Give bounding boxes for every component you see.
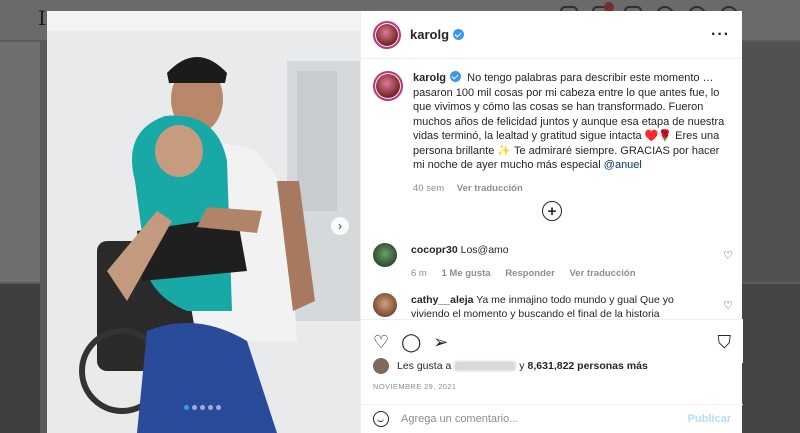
caption-time[interactable]: 40 sem: [413, 183, 444, 194]
next-image-button[interactable]: ›: [331, 217, 349, 235]
comment-translate-button[interactable]: Ver traducción: [570, 268, 636, 279]
comment-text: cocopr30 Los@amo: [411, 243, 711, 257]
comment-time[interactable]: 6 m: [411, 268, 427, 279]
like-heart-icon[interactable]: ♡: [373, 333, 389, 351]
comment-like-heart-icon[interactable]: ♡: [723, 299, 733, 312]
emoji-smiley-icon[interactable]: [373, 411, 389, 427]
background-tile: [742, 284, 800, 433]
post-details-pane: karolg ··· karolg No tengo palabras para…: [360, 11, 743, 433]
post-actions-bar: ♡ ◯ ➢ ⛉: [361, 319, 743, 363]
likes-summary: Les gusta a y 8,631,822 personas más: [373, 358, 648, 374]
background-tile: [742, 42, 800, 282]
post-photo-illustration: [47, 11, 360, 433]
post-date[interactable]: NOVIEMBRE 29, 2021: [373, 382, 457, 391]
post-modal: › karolg ··· karolg No tengo palabras pa…: [47, 11, 743, 433]
carousel-dot: [184, 405, 189, 410]
comment-bubble-icon[interactable]: ◯: [401, 333, 421, 351]
publish-button[interactable]: Publicar: [688, 413, 731, 425]
reply-button[interactable]: Responder: [505, 268, 555, 279]
caption-avatar[interactable]: [373, 71, 403, 101]
comment-input[interactable]: [401, 413, 680, 425]
caption-body: No tengo palabras para describir este mo…: [413, 72, 725, 171]
avatar[interactable]: [373, 20, 401, 49]
verified-badge-icon: [450, 71, 462, 82]
comment-likes[interactable]: 1 Me gusta: [441, 268, 490, 279]
comment-text: cathy__aleja Ya me inmajino todo mundo y…: [411, 293, 711, 321]
likes-prefix: Les gusta a: [397, 360, 452, 372]
comment-username[interactable]: cocopr30: [411, 244, 458, 256]
save-bookmark-icon[interactable]: ⛉: [718, 333, 732, 351]
comment-like-heart-icon[interactable]: ♡: [723, 249, 733, 262]
likes-conjunction: y: [519, 360, 525, 372]
caption-meta: 40 sem Ver traducción: [413, 183, 733, 194]
post-caption: karolg No tengo palabras para describir …: [373, 71, 733, 194]
caption-text: karolg No tengo palabras para describir …: [413, 71, 733, 173]
carousel-dot: [216, 405, 221, 410]
comment-avatar[interactable]: [373, 293, 397, 317]
likes-count[interactable]: 8,631,822 personas más: [528, 360, 648, 372]
carousel-dot: [192, 405, 197, 410]
carousel-dot: [208, 405, 213, 410]
post-photo: ›: [47, 11, 360, 433]
post-username[interactable]: karolg: [410, 27, 465, 42]
comment-meta: 6 m 1 Me gusta Responder Ver traducción: [411, 267, 711, 281]
carousel-indicator: [184, 405, 221, 410]
caption-mention-link[interactable]: @anuel: [604, 159, 642, 171]
verified-badge-icon: [453, 29, 465, 40]
post-header: karolg ···: [361, 11, 742, 59]
liker-avatar[interactable]: [373, 358, 389, 374]
load-more-comments-icon[interactable]: +: [542, 201, 562, 221]
comment-item: cocopr30 Los@amo 6 m 1 Me gusta Responde…: [373, 243, 733, 281]
background-tile: [0, 42, 40, 282]
caption-username[interactable]: karolg: [413, 72, 446, 84]
comment-item: cathy__aleja Ya me inmajino todo mundo y…: [373, 293, 733, 321]
share-paper-plane-icon[interactable]: ➢: [433, 333, 448, 351]
comment-body: Los@amo: [460, 244, 509, 256]
translate-button[interactable]: Ver traducción: [457, 183, 523, 194]
add-comment-bar: Publicar: [361, 404, 743, 433]
comment-avatar[interactable]: [373, 243, 397, 267]
comment-username[interactable]: cathy__aleja: [411, 294, 473, 306]
blurred-username: [454, 361, 517, 371]
more-options-icon[interactable]: ···: [711, 26, 730, 44]
background-tile: [0, 284, 40, 433]
carousel-dot: [200, 405, 205, 410]
